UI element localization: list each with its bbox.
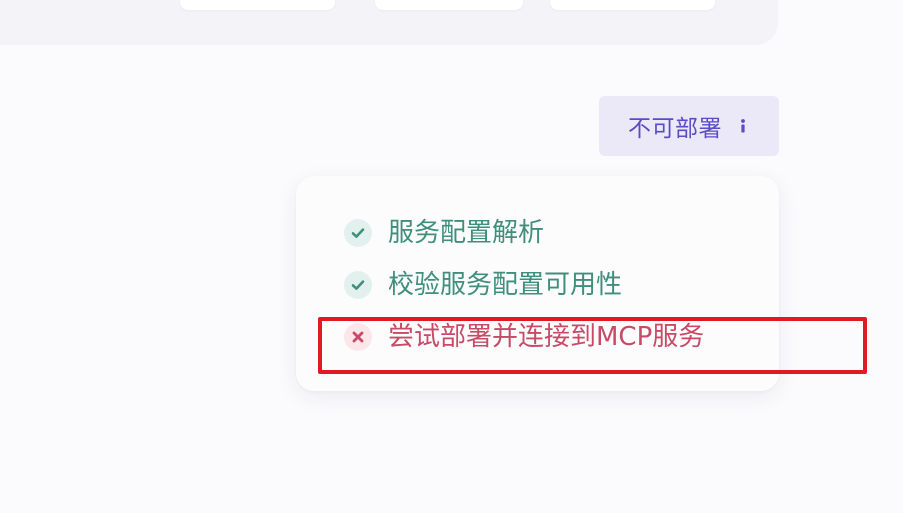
page: 不可部署 服务配置解析 校验服务配置可用性 尝试部署并连接到MCP服务: [0, 0, 903, 513]
top-card[interactable]: [180, 0, 335, 10]
step-item: 服务配置解析: [344, 216, 544, 250]
step-item: 校验服务配置可用性: [344, 268, 622, 302]
top-card[interactable]: [550, 0, 715, 10]
close-icon: [344, 323, 372, 351]
step-item-failed: 尝试部署并连接到MCP服务: [344, 320, 704, 354]
step-label: 校验服务配置可用性: [388, 270, 623, 300]
deploy-steps-popover: 服务配置解析 校验服务配置可用性 尝试部署并连接到MCP服务: [296, 176, 779, 391]
top-card[interactable]: [375, 0, 523, 10]
check-icon: [344, 219, 372, 247]
step-label: 尝试部署并连接到MCP服务: [388, 322, 705, 352]
deploy-status-label: 不可部署: [628, 116, 722, 142]
deploy-status-button[interactable]: 不可部署: [599, 96, 779, 156]
check-icon: [344, 271, 372, 299]
info-icon[interactable]: [736, 116, 750, 136]
top-panel: [0, 0, 778, 45]
step-label: 服务配置解析: [388, 218, 545, 248]
